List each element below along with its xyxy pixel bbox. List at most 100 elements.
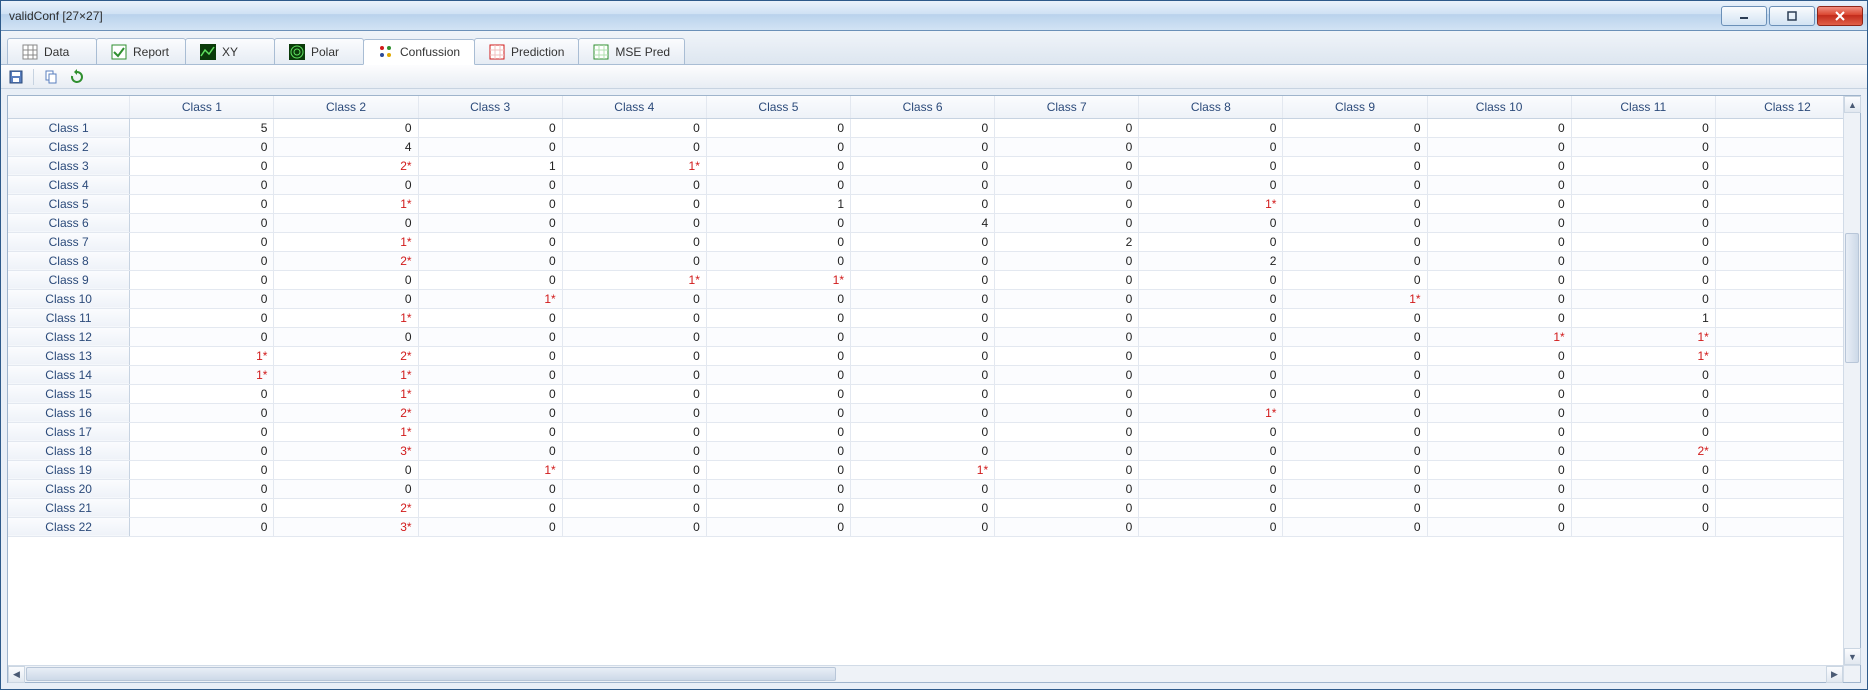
cell[interactable]: 0	[1715, 232, 1859, 251]
cell[interactable]: 0	[851, 194, 995, 213]
horizontal-scrollbar[interactable]: ◀ ▶	[8, 665, 1843, 682]
cell[interactable]: 1*	[1571, 327, 1715, 346]
cell[interactable]: 4	[274, 137, 418, 156]
cell[interactable]: 0	[418, 327, 562, 346]
cell[interactable]: 0	[706, 137, 850, 156]
cell[interactable]: 0	[1427, 251, 1571, 270]
cell[interactable]: 0	[418, 175, 562, 194]
cell[interactable]: 0	[418, 422, 562, 441]
cell[interactable]: 1*	[562, 270, 706, 289]
cell[interactable]: 0	[706, 251, 850, 270]
cell[interactable]: 0	[1283, 270, 1427, 289]
cell[interactable]: 0	[1427, 270, 1571, 289]
cell[interactable]: 0	[418, 365, 562, 384]
cell[interactable]: 0	[1427, 460, 1571, 479]
cell[interactable]: 0	[418, 213, 562, 232]
tab-confussion[interactable]: Confussion	[363, 39, 475, 65]
cell[interactable]: 0	[562, 289, 706, 308]
cell[interactable]: 0	[1283, 403, 1427, 422]
cell[interactable]: 0	[995, 270, 1139, 289]
cell[interactable]: 0	[130, 232, 274, 251]
cell[interactable]: 0	[418, 194, 562, 213]
column-header[interactable]: Class 10	[1427, 96, 1571, 118]
copy-button[interactable]	[42, 68, 60, 86]
cell[interactable]: 0	[562, 384, 706, 403]
cell[interactable]: 0	[1715, 403, 1859, 422]
cell[interactable]: 0	[1571, 156, 1715, 175]
cell[interactable]: 0	[1283, 517, 1427, 536]
cell[interactable]: 0	[851, 289, 995, 308]
column-header[interactable]: Class 12	[1715, 96, 1859, 118]
cell[interactable]: 0	[1283, 346, 1427, 365]
cell[interactable]: 0	[418, 498, 562, 517]
cell[interactable]: 0	[1427, 137, 1571, 156]
cell[interactable]: 0	[1571, 194, 1715, 213]
cell[interactable]: 2	[995, 232, 1139, 251]
cell[interactable]: 0	[1571, 251, 1715, 270]
cell[interactable]: 0	[1571, 137, 1715, 156]
cell[interactable]: 0	[418, 479, 562, 498]
cell[interactable]: 0	[1571, 384, 1715, 403]
cell[interactable]: 0	[418, 137, 562, 156]
column-header[interactable]: Class 2	[274, 96, 418, 118]
cell[interactable]: 0	[706, 308, 850, 327]
cell[interactable]: 0	[130, 194, 274, 213]
row-header[interactable]: Class 20	[8, 479, 130, 498]
cell[interactable]: 0	[995, 308, 1139, 327]
cell[interactable]: 0	[1139, 156, 1283, 175]
cell[interactable]: 0	[1283, 213, 1427, 232]
cell[interactable]: 0	[1427, 289, 1571, 308]
cell[interactable]: 0	[1139, 175, 1283, 194]
cell[interactable]: 0	[1427, 118, 1571, 137]
cell[interactable]: 2*	[274, 403, 418, 422]
cell[interactable]: 0	[995, 422, 1139, 441]
tab-polar[interactable]: Polar	[274, 38, 364, 64]
cell[interactable]: 0	[418, 384, 562, 403]
cell[interactable]: 0	[1139, 270, 1283, 289]
cell[interactable]: 0	[706, 498, 850, 517]
cell[interactable]: 2*	[274, 251, 418, 270]
cell[interactable]: 1*	[274, 194, 418, 213]
cell[interactable]: 1*	[706, 270, 850, 289]
cell[interactable]: 0	[418, 251, 562, 270]
minimize-button[interactable]	[1721, 6, 1767, 26]
cell[interactable]: 0	[1427, 346, 1571, 365]
h-scroll-track[interactable]	[25, 666, 1826, 682]
cell[interactable]: 1*	[1427, 327, 1571, 346]
cell[interactable]: 0	[1427, 175, 1571, 194]
cell[interactable]: 1*	[130, 346, 274, 365]
cell[interactable]: 1*	[274, 308, 418, 327]
cell[interactable]: 0	[1139, 213, 1283, 232]
cell[interactable]: 0	[274, 118, 418, 137]
cell[interactable]: 0	[1427, 441, 1571, 460]
row-header[interactable]: Class 15	[8, 384, 130, 403]
cell[interactable]: 0	[1283, 498, 1427, 517]
cell[interactable]: 0	[851, 327, 995, 346]
cell[interactable]: 0	[1283, 308, 1427, 327]
row-header[interactable]: Class 4	[8, 175, 130, 194]
cell[interactable]: 0	[851, 175, 995, 194]
cell[interactable]: 0	[1283, 479, 1427, 498]
cell[interactable]: 0	[418, 118, 562, 137]
cell[interactable]: 0	[562, 194, 706, 213]
cell[interactable]: 0	[130, 289, 274, 308]
cell[interactable]: 0	[130, 270, 274, 289]
row-header[interactable]: Class 8	[8, 251, 130, 270]
cell[interactable]: 0	[130, 175, 274, 194]
cell[interactable]: 0	[1715, 346, 1859, 365]
column-header[interactable]: Class 1	[130, 96, 274, 118]
cell[interactable]: 0	[995, 403, 1139, 422]
cell[interactable]: 5	[130, 118, 274, 137]
cell[interactable]: 3*	[274, 441, 418, 460]
cell[interactable]: 0	[418, 232, 562, 251]
cell[interactable]: 0	[1139, 422, 1283, 441]
row-header[interactable]: Class 17	[8, 422, 130, 441]
save-button[interactable]	[7, 68, 25, 86]
cell[interactable]: 0	[1427, 422, 1571, 441]
cell[interactable]: 0	[1283, 460, 1427, 479]
row-header[interactable]: Class 11	[8, 308, 130, 327]
cell[interactable]: 0	[274, 327, 418, 346]
cell[interactable]: 0	[1139, 118, 1283, 137]
row-header[interactable]: Class 19	[8, 460, 130, 479]
h-scroll-thumb[interactable]	[26, 667, 836, 681]
